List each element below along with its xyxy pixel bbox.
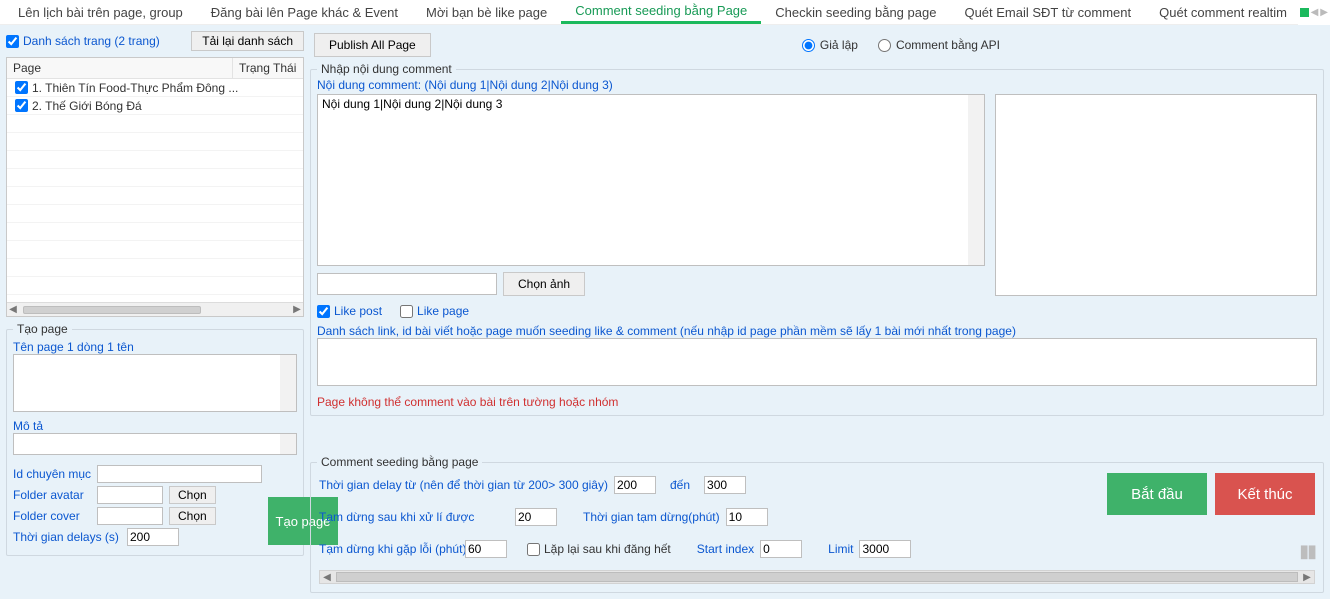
table-row[interactable]: 2. Thế Giới Bóng Đá <box>7 97 303 115</box>
folder-avatar-input[interactable] <box>97 486 163 504</box>
link-list-textarea[interactable] <box>317 338 1317 386</box>
image-preview-box <box>995 94 1317 296</box>
hscroll-thumb[interactable] <box>23 306 201 314</box>
tab-invite-like[interactable]: Mời bạn bè like page <box>412 0 561 24</box>
delay-to-word: đến <box>670 478 690 492</box>
create-delay-input[interactable] <box>127 528 179 546</box>
radio-api-label: Comment bằng API <box>896 38 1000 52</box>
main-tabs: Lên lịch bài trên page, group Đăng bài l… <box>0 0 1330 25</box>
category-input[interactable] <box>97 465 262 483</box>
repeat-checkbox-input[interactable] <box>527 543 540 556</box>
delay-range-label: Thời gian delay từ (nên để thời gian từ … <box>319 478 608 492</box>
comment-input-group: Nhập nội dung comment Nội dung comment: … <box>310 69 1324 416</box>
page-list-hscrollbar[interactable]: ◀ ▶ <box>7 302 303 316</box>
folder-cover-label: Folder cover <box>13 509 91 523</box>
col-status[interactable]: Trạng Thái <box>233 58 303 78</box>
comment-content-label: Nội dung comment: (Nội dung 1|Nội dung 2… <box>317 78 1317 92</box>
tabs-overflow: ◀ ▶ <box>1298 0 1330 25</box>
create-page-group: Tạo page Tên page 1 dòng 1 tên Mô tả Id … <box>6 329 304 556</box>
tab-overflow-indicator-icon <box>1300 8 1309 17</box>
comment-input-legend: Nhập nội dung comment <box>317 62 456 76</box>
create-page-legend: Tạo page <box>13 322 72 336</box>
image-path-input[interactable] <box>317 273 497 295</box>
like-post-checkbox-input[interactable] <box>317 305 330 318</box>
comment-content-textarea[interactable] <box>317 94 985 266</box>
tab-scan-email[interactable]: Quét Email SĐT từ comment <box>950 0 1145 24</box>
repeat-label: Lặp lại sau khi đăng hết <box>544 542 671 556</box>
stop-button[interactable]: Kết thúc <box>1215 473 1315 515</box>
repeat-checkbox[interactable]: Lặp lại sau khi đăng hết <box>527 542 671 556</box>
choose-cover-button[interactable]: Chọn <box>169 507 216 525</box>
reload-page-list-button[interactable]: Tải lại danh sách <box>191 31 304 51</box>
like-page-label: Like page <box>417 304 469 318</box>
folder-avatar-label: Folder avatar <box>13 488 91 502</box>
radio-api-input[interactable] <box>878 39 891 52</box>
row-page-name: 1. Thiên Tín Food-Thực Phẩm Đông ... <box>32 81 238 95</box>
seeding-settings-legend: Comment seeding bằng page <box>317 455 482 469</box>
page-name-textarea[interactable] <box>13 354 297 412</box>
hscroll-left-icon[interactable]: ◀ <box>7 304 19 315</box>
pause-icon: ▮▮ <box>1299 541 1315 562</box>
like-post-label: Like post <box>334 304 382 318</box>
delay-to-input[interactable] <box>704 476 746 494</box>
pause-after-label: Tạm dừng sau khi xử lí được <box>319 510 509 524</box>
tab-comment-seeding[interactable]: Comment seeding bằng Page <box>561 0 761 24</box>
footer-hscroll-thumb[interactable] <box>336 572 1298 582</box>
publish-all-button[interactable]: Publish All Page <box>314 33 431 57</box>
limit-input[interactable] <box>859 540 911 558</box>
page-list-table: Page Trạng Thái 1. Thiên Tín Food-Thực P… <box>6 57 304 317</box>
radio-fake-input[interactable] <box>802 39 815 52</box>
footer-hscroll-left-icon[interactable]: ◀ <box>320 572 334 583</box>
tab-scroll-right-icon[interactable]: ▶ <box>1320 8 1328 18</box>
delay-from-input[interactable] <box>614 476 656 494</box>
page-list-checkbox[interactable]: Danh sách trang (2 trang) <box>6 34 160 48</box>
tab-scroll-left-icon[interactable]: ◀ <box>1311 8 1319 18</box>
desc-textarea[interactable] <box>13 433 297 455</box>
page-name-label: Tên page 1 dòng 1 tên <box>13 340 297 354</box>
pause-duration-input[interactable] <box>726 508 768 526</box>
row-checkbox[interactable] <box>15 99 28 112</box>
radio-fake[interactable]: Giả lập <box>802 38 858 52</box>
radio-fake-label: Giả lập <box>820 38 858 52</box>
pause-error-input[interactable] <box>465 540 507 558</box>
tab-schedule-post[interactable]: Lên lịch bài trên page, group <box>4 0 197 24</box>
pause-duration-label: Thời gian tạm dừng(phút) <box>583 510 720 524</box>
tab-post-other-page[interactable]: Đăng bài lên Page khác & Event <box>197 0 412 24</box>
start-index-label: Start index <box>697 542 754 556</box>
pause-error-label: Tạm dừng khi gặp lỗi (phút) <box>319 542 459 556</box>
hscroll-right-icon[interactable]: ▶ <box>291 304 303 315</box>
tab-checkin-seeding[interactable]: Checkin seeding bằng page <box>761 0 950 24</box>
desc-label: Mô tả <box>13 419 297 433</box>
limit-label: Limit <box>828 542 853 556</box>
like-page-checkbox-input[interactable] <box>400 305 413 318</box>
like-post-checkbox[interactable]: Like post <box>317 304 382 318</box>
tab-scan-comment[interactable]: Quét comment realtim <box>1145 0 1301 24</box>
choose-avatar-button[interactable]: Chọn <box>169 486 216 504</box>
comment-warning: Page không thể comment vào bài trên tườn… <box>317 395 1317 409</box>
pause-after-input[interactable] <box>515 508 557 526</box>
like-page-checkbox[interactable]: Like page <box>400 304 469 318</box>
page-list-header: Page Trạng Thái <box>7 58 303 79</box>
page-list-checkbox-input[interactable] <box>6 35 19 48</box>
start-index-input[interactable] <box>760 540 802 558</box>
table-row[interactable]: 1. Thiên Tín Food-Thực Phẩm Đông ... <box>7 79 303 97</box>
choose-image-button[interactable]: Chọn ảnh <box>503 272 585 296</box>
category-label: Id chuyên mục <box>13 467 91 481</box>
row-checkbox[interactable] <box>15 81 28 94</box>
folder-cover-input[interactable] <box>97 507 163 525</box>
page-list-checkbox-label: Danh sách trang (2 trang) <box>23 34 160 48</box>
create-delay-label: Thời gian delays (s) <box>13 530 121 544</box>
col-page[interactable]: Page <box>7 58 233 78</box>
footer-hscrollbar[interactable]: ◀ ▶ <box>319 570 1315 584</box>
seeding-settings-group: Comment seeding bằng page Thời gian dela… <box>310 462 1324 593</box>
start-button[interactable]: Bắt đầu <box>1107 473 1207 515</box>
link-list-label: Danh sách link, id bài viết hoặc page mu… <box>317 324 1317 338</box>
radio-api[interactable]: Comment bằng API <box>878 38 1000 52</box>
footer-hscroll-right-icon[interactable]: ▶ <box>1300 572 1314 583</box>
row-page-name: 2. Thế Giới Bóng Đá <box>32 99 142 113</box>
